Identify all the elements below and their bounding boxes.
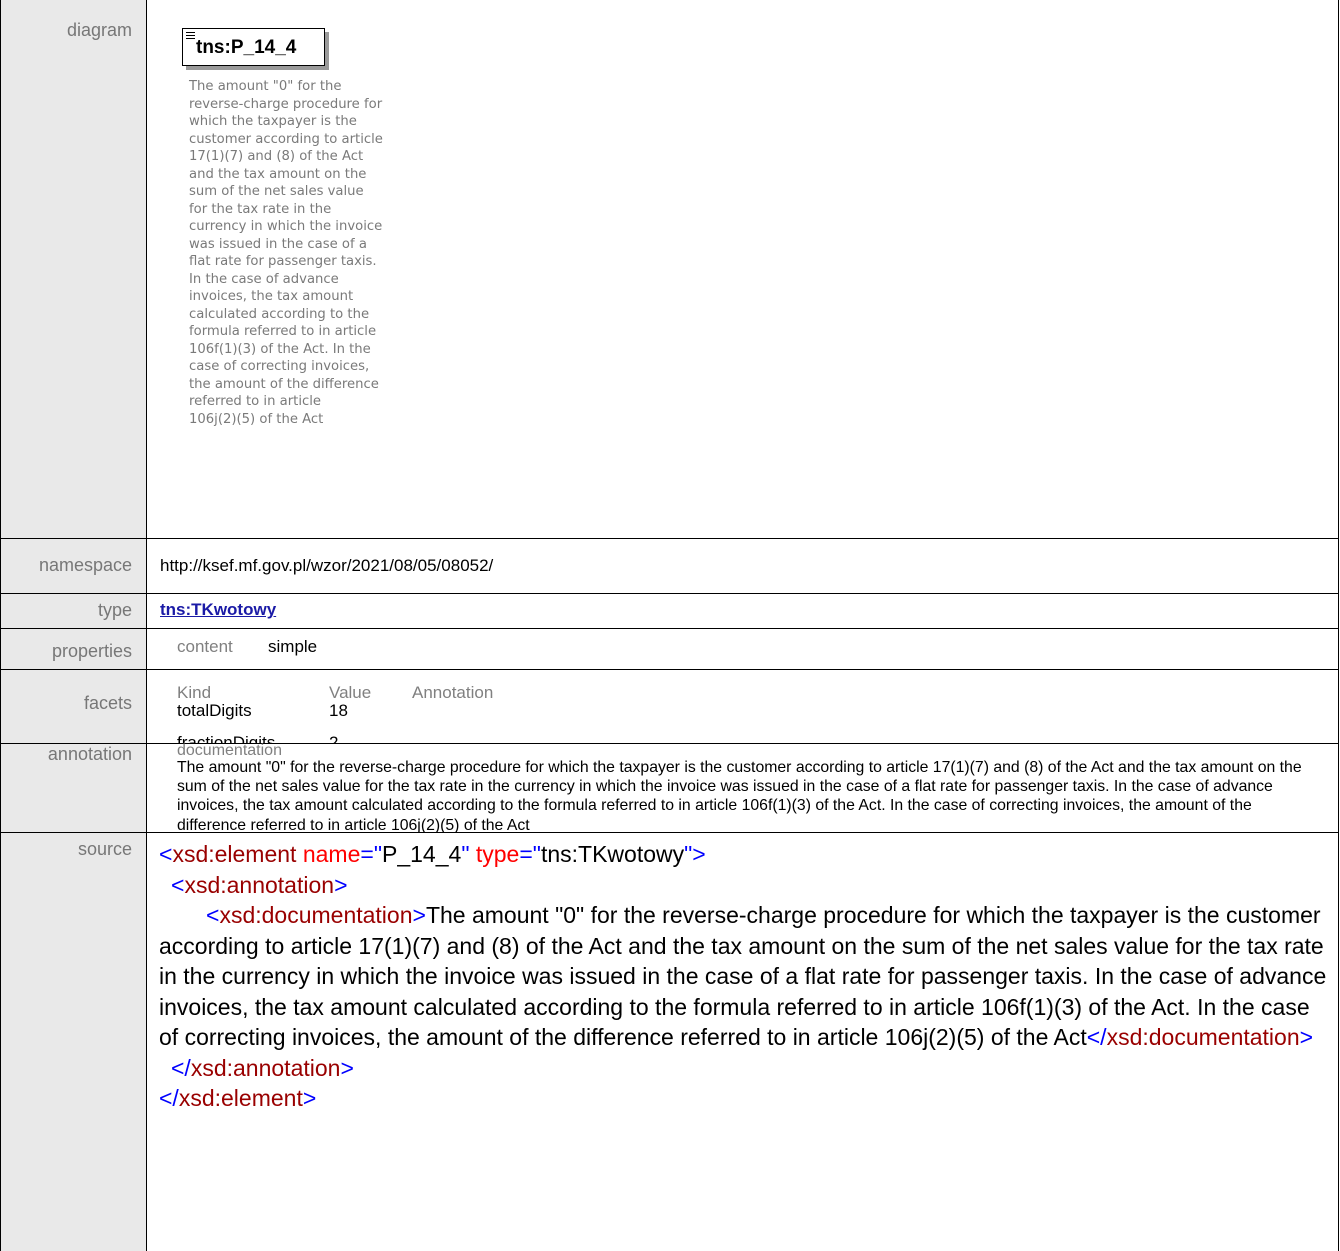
facets-header-kind: Kind [177, 683, 212, 702]
source-line-documentation: <xsd:documentation>The amount "0" for th… [159, 902, 1327, 1050]
facets-row-lower: facets Kind Value Annotation totalDigits… [0, 670, 1339, 752]
source-line-annotation-open: <xsd:annotation> [171, 871, 348, 898]
source-line-annotation-close: </xsd:annotation> [171, 1054, 354, 1081]
annotation-text: The amount "0" for the reverse-charge pr… [177, 759, 1302, 834]
annotation-row: annotation documentation The amount "0" … [0, 742, 1339, 834]
schema-doc-lower: facets Kind Value Annotation totalDigits… [0, 0, 1340, 1251]
source-label-cell: source [0, 833, 147, 1251]
source-row: source <xsd:element name="P_14_4" type="… [0, 833, 1339, 1251]
facets-label-cell: facets [0, 670, 147, 743]
source-value-cell: <xsd:element name="P_14_4" type="tns:TKw… [147, 833, 1339, 1251]
facets-value-cell: Kind Value Annotation totalDigits 18 fra… [147, 670, 1339, 752]
annotation-label: annotation [47, 744, 132, 764]
source-line-element-close: </xsd:element> [159, 1085, 317, 1111]
facet-value: 18 [329, 701, 348, 720]
facets-header-value: Value [329, 683, 372, 702]
source-code: <xsd:element name="P_14_4" type="tns:TKw… [159, 839, 1329, 1114]
source-label: source [77, 839, 132, 859]
annotation-value-cell: documentation The amount "0" for the rev… [147, 742, 1339, 834]
source-line-element-open: <xsd:element name="P_14_4" type="tns:TKw… [159, 841, 706, 867]
facet-kind: totalDigits [177, 701, 252, 720]
annotation-label-cell: annotation [0, 744, 147, 832]
facets-header-annotation: Annotation [412, 683, 494, 702]
facets-label: facets [83, 693, 132, 713]
